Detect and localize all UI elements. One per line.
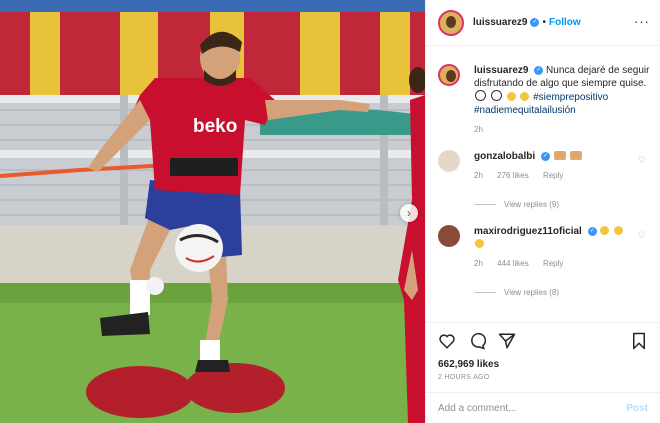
- more-options-icon[interactable]: ···: [634, 14, 650, 29]
- handshake-emoji-icon: [553, 151, 566, 160]
- handshake-emoji-icon: [570, 151, 583, 160]
- flexed-biceps-emoji-icon: [520, 92, 530, 101]
- soccer-ball-emoji-icon: [475, 90, 486, 101]
- verified-badge-icon: ✓: [530, 18, 540, 27]
- comment-item: gonzalobalbi ✓ ♡ 2h 276 likes Reply View…: [426, 150, 660, 211]
- comment-time: 2h: [474, 259, 483, 268]
- flexed-biceps-emoji-icon: [614, 226, 624, 235]
- jersey-sponsor-text: beko: [193, 116, 237, 137]
- post-side-panel: luissuarez9 ✓ • Follow ··· luissuarez9 ✓…: [425, 0, 660, 423]
- flexed-biceps-emoji-icon: [506, 92, 516, 101]
- reply-button[interactable]: Reply: [543, 259, 563, 268]
- replies-line: [474, 204, 496, 205]
- share-paper-plane-icon[interactable]: [498, 332, 516, 350]
- comment-likes[interactable]: 276 likes: [497, 171, 529, 180]
- view-replies-button[interactable]: View replies (8): [474, 286, 636, 299]
- separator-dot: •: [542, 17, 546, 28]
- verified-badge-icon: ✓: [534, 65, 544, 75]
- view-replies-label: View replies (9): [504, 200, 559, 209]
- post-comment-button[interactable]: Post: [626, 403, 648, 414]
- post-actions: 662,969 likes 2 HOURS AGO: [426, 322, 660, 381]
- like-heart-icon[interactable]: [438, 332, 456, 350]
- training-photo: beko: [0, 0, 425, 423]
- hashtag-link[interactable]: #siemprepositivo: [533, 92, 608, 103]
- comments-list: luissuarez9 ✓ Nunca dejaré de seguir dis…: [426, 60, 660, 318]
- verified-badge-icon: ✓: [540, 151, 550, 161]
- post-caption: luissuarez9 ✓ Nunca dejaré de seguir dis…: [426, 60, 660, 136]
- author-username[interactable]: luissuarez9: [473, 17, 527, 28]
- comment-item: maxirodriguez11oficial ✓ ♡ 2h 444 likes …: [426, 225, 660, 299]
- comment-time: 2h: [474, 171, 483, 180]
- verified-badge-icon: ✓: [587, 226, 597, 236]
- comment-meta: 2h 444 likes Reply: [474, 257, 636, 270]
- author-avatar[interactable]: [438, 9, 464, 36]
- add-comment-input[interactable]: Add a comment...: [438, 403, 516, 414]
- post-photo[interactable]: beko ›: [0, 0, 425, 423]
- post-header: luissuarez9 ✓ • Follow ···: [426, 0, 660, 46]
- comment-meta: 2h 276 likes Reply: [474, 169, 636, 182]
- commenter-username[interactable]: maxirodriguez11oficial: [474, 226, 582, 237]
- follow-button[interactable]: Follow: [549, 17, 581, 28]
- replies-line: [474, 292, 496, 293]
- commenter-avatar[interactable]: [438, 150, 460, 172]
- save-bookmark-icon[interactable]: [630, 332, 648, 350]
- caption-username[interactable]: luissuarez9: [474, 65, 528, 76]
- view-replies-label: View replies (8): [504, 288, 559, 297]
- hashtag-link[interactable]: #nadiemequitalailusión: [474, 105, 576, 116]
- commenter-username[interactable]: gonzalobalbi: [474, 151, 535, 162]
- caption-avatar[interactable]: [438, 64, 460, 86]
- commenter-avatar[interactable]: [438, 225, 460, 247]
- soccer-ball-emoji-icon: [490, 90, 502, 101]
- action-icons-row: [438, 329, 648, 353]
- post-timestamp: 2 HOURS AGO: [438, 374, 490, 381]
- like-comment-heart-icon[interactable]: ♡: [638, 154, 646, 167]
- caption-time: 2h: [474, 125, 483, 134]
- add-comment-bar: Add a comment... Post: [426, 392, 660, 423]
- flexed-biceps-emoji-icon: [475, 239, 484, 248]
- reply-button[interactable]: Reply: [543, 171, 563, 180]
- next-photo-arrow-icon[interactable]: ›: [400, 204, 418, 222]
- like-comment-heart-icon[interactable]: ♡: [638, 229, 646, 242]
- likes-count[interactable]: 662,969 likes: [438, 359, 648, 370]
- comment-likes[interactable]: 444 likes: [497, 259, 529, 268]
- instagram-post: beko › luissuarez9 ✓ • Follow ··· luissu…: [0, 0, 660, 423]
- smiling-face-emoji-icon: [600, 226, 610, 235]
- comment-bubble-icon[interactable]: [468, 332, 486, 350]
- view-replies-button[interactable]: View replies (9): [474, 198, 636, 211]
